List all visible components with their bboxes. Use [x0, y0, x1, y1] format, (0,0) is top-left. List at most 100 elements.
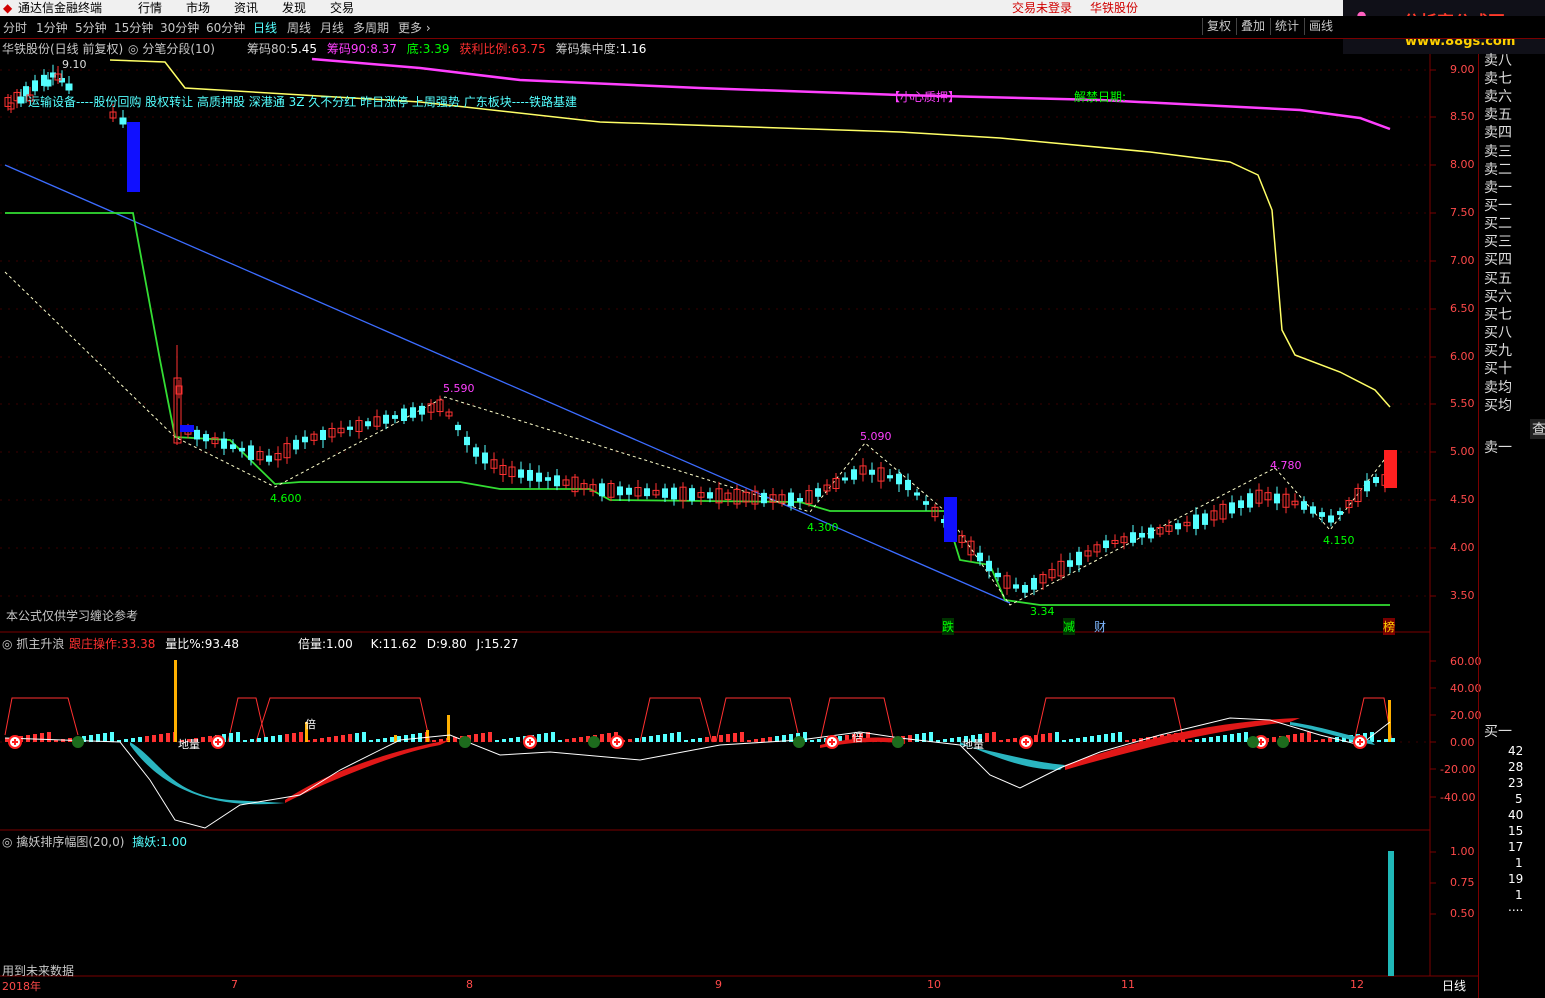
volume-bar [1097, 735, 1101, 742]
volume-bar [1307, 732, 1311, 742]
candle-body [194, 429, 200, 440]
candle-body [788, 492, 794, 507]
sell-level[interactable]: 卖四 [1484, 125, 1512, 142]
spike-bar [1388, 700, 1391, 742]
volume-bar [635, 738, 639, 742]
sell-level[interactable]: 卖三 [1484, 144, 1512, 161]
candle-body [230, 444, 236, 449]
chip-line-80 [109, 59, 1391, 408]
buy-level[interactable]: 买六 [1484, 289, 1512, 306]
sell-level[interactable]: 卖七 [1484, 71, 1512, 88]
candle-body [923, 501, 929, 505]
panel2-kdj: 倍量:1.00 K:11.62 D:9.80 J:15.27 [298, 635, 519, 652]
buy-level[interactable]: 买七 [1484, 307, 1512, 324]
buy-level[interactable]: 买五 [1484, 271, 1512, 288]
buy-level[interactable]: 买一 [1484, 198, 1512, 215]
volume-bar [1377, 740, 1381, 742]
candle-body [1373, 477, 1379, 483]
tab-30min[interactable]: 30分钟 [160, 19, 199, 36]
candle-body [248, 445, 254, 460]
volume-bar [285, 734, 289, 742]
price-axis-label: 6.50 [1450, 302, 1475, 315]
tab-15min[interactable]: 15分钟 [114, 19, 153, 36]
pivot-label: 5.090 [860, 430, 892, 443]
menu-exchange[interactable]: 市场 [186, 0, 210, 16]
sell-level[interactable]: 卖八 [1484, 53, 1512, 70]
menu-discover[interactable]: 发现 [282, 0, 306, 16]
volume-bar [740, 732, 744, 742]
candle-body [383, 414, 389, 424]
panel3-title[interactable]: ◎ 擒妖排序幅图(20,0) 擒妖:1.00 [2, 833, 187, 850]
buy-level[interactable]: 买二 [1484, 216, 1512, 233]
price-axis-label: 5.50 [1450, 397, 1475, 410]
stats-button[interactable]: 统计 [1270, 18, 1303, 35]
volume-bar [390, 737, 394, 742]
sell-level[interactable]: 卖一 [1484, 180, 1512, 197]
candle-body [320, 429, 326, 441]
stock-chart[interactable] [0, 38, 1545, 998]
menu-trade[interactable]: 交易 [330, 0, 354, 16]
volume-value: .... [1508, 900, 1524, 914]
sell-level[interactable]: 卖五 [1484, 107, 1512, 124]
candlesticks[interactable] [4, 64, 1397, 599]
buy-level[interactable]: 买三 [1484, 234, 1512, 251]
draw-button[interactable]: 画线 [1304, 18, 1337, 35]
tab-daily[interactable]: 日线 [253, 19, 277, 36]
tab-timeshare[interactable]: 分时 [3, 19, 27, 36]
sell-level[interactable]: 卖六 [1484, 89, 1512, 106]
candle-body [1067, 560, 1073, 567]
candle-body [44, 79, 52, 87]
buy-level[interactable]: 买十 [1484, 361, 1512, 378]
candle-body [644, 488, 650, 497]
menu-market[interactable]: 行情 [138, 0, 162, 16]
volume-bar [33, 734, 37, 742]
volume-bar [1125, 740, 1129, 742]
candle-body [671, 487, 677, 500]
formula-selector[interactable]: ◎ 分笔分段(10) [128, 40, 215, 57]
login-status[interactable]: 交易未登录 [1012, 0, 1072, 16]
stat-label: 获利比例: [459, 42, 512, 56]
tab-weekly[interactable]: 周线 [287, 19, 311, 36]
tab-monthly[interactable]: 月线 [320, 19, 344, 36]
tab-multi-period[interactable]: 多周期 [353, 19, 389, 36]
step-line [639, 697, 713, 743]
query-button[interactable]: 查 [1530, 419, 1545, 439]
panel2-title[interactable]: ◎ 抓主升浪 [2, 635, 64, 652]
candle-body [17, 96, 25, 104]
candle-body [896, 473, 902, 485]
stat-label: 底: [406, 42, 423, 56]
candle-body [32, 80, 38, 92]
sell-level[interactable]: 卖二 [1484, 162, 1512, 179]
volume-bar [698, 738, 702, 742]
signal-bar [944, 497, 957, 542]
tab-5min[interactable]: 5分钟 [75, 19, 107, 36]
volume-bar [152, 735, 156, 742]
period-indicator[interactable]: 日线 [1442, 977, 1466, 994]
buy-level[interactable]: 买四 [1484, 252, 1512, 269]
candle-body [239, 447, 245, 452]
volume-bar [1272, 737, 1276, 742]
time-axis-year: 2018年 [2, 980, 41, 993]
restore-right-button[interactable]: 复权 [1202, 18, 1235, 35]
pressure-marker-icon [588, 736, 600, 748]
candle-body [65, 83, 73, 91]
candle-body [419, 405, 425, 415]
menu-news[interactable]: 资讯 [234, 0, 258, 16]
signal-reduce: 减 [1063, 618, 1076, 635]
buy-level[interactable]: 买九 [1484, 343, 1512, 360]
buy-level[interactable]: 买八 [1484, 325, 1512, 342]
tab-1min[interactable]: 1分钟 [36, 19, 68, 36]
hist-axis-label: 1.00 [1450, 845, 1475, 858]
signal-rank: 榜 [1383, 618, 1396, 635]
volume-bar [670, 733, 674, 742]
overlay-button[interactable]: 叠加 [1236, 18, 1269, 35]
tab-more[interactable]: 更多 › [398, 19, 431, 36]
candle-body [761, 492, 767, 504]
pressure-marker-icon [1247, 736, 1259, 748]
candle-body [815, 488, 821, 497]
tab-60min[interactable]: 60分钟 [206, 19, 245, 36]
app-title: 通达信金融终端 [18, 1, 103, 15]
pressure-marker-icon [72, 736, 84, 748]
candle-body [410, 407, 416, 418]
volume-bar [516, 737, 520, 742]
